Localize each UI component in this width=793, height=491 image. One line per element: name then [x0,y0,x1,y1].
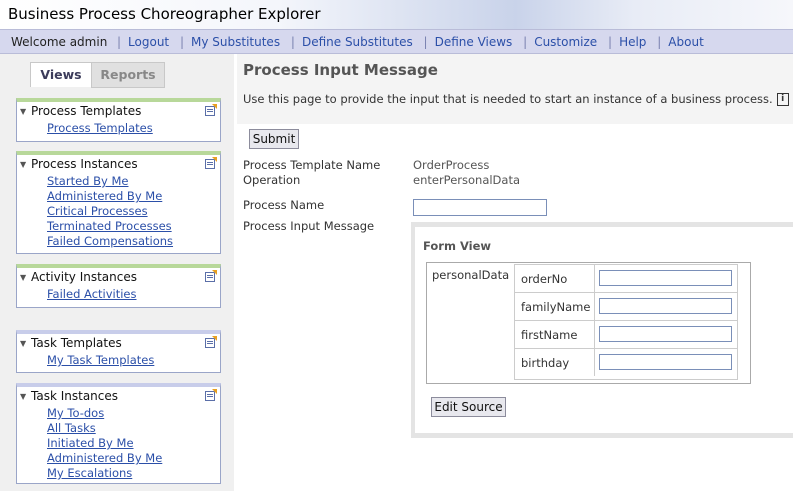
collapse-triangle-icon[interactable]: ▼ [20,334,26,353]
field-row-birthday: birthday [514,349,738,377]
group-process-templates: ▼ Process Templates Process Templates [16,98,221,142]
personal-data-label: personalData [432,268,510,282]
edit-source-button[interactable]: Edit Source [431,397,506,417]
group-header[interactable]: ▼ Process Templates [17,102,220,121]
group-process-instances: ▼ Process Instances Started By Me Admini… [16,151,221,254]
title-bar: Business Process Choreographer Explorer [0,0,793,29]
sidebar-item-my-task-templates[interactable]: My Task Templates [17,353,220,368]
collapse-triangle-icon[interactable]: ▼ [20,387,26,406]
sidebar-item-started-by-me[interactable]: Started By Me [17,174,220,189]
submit-button[interactable]: Submit [249,129,299,149]
process-input-message-label: Process Input Message [243,219,375,233]
nav-about[interactable]: About [668,35,703,49]
nav-separator: | [290,35,295,49]
info-icon[interactable]: i [776,93,789,106]
group-task-instances: ▼ Task Instances My To-dos All Tasks Ini… [16,383,221,484]
collapse-triangle-icon[interactable]: ▼ [20,268,26,287]
process-template-name-label: Process Template Name [243,158,381,172]
sidebar-item-my-escalations[interactable]: My Escalations [17,466,220,481]
field-label: birthday [521,356,570,370]
sidebar-item-initiated-by-me[interactable]: Initiated By Me [17,436,220,451]
nav-separator: | [657,35,662,49]
nav-separator: | [423,35,428,49]
group-title: Process Instances [31,157,138,171]
cell-divider [594,321,595,348]
sidebar-item-failed-compensations[interactable]: Failed Compensations [17,234,220,249]
group-title: Task Instances [31,389,119,403]
nav-logout[interactable]: Logout [128,35,169,49]
collapse-triangle-icon[interactable]: ▼ [20,155,26,174]
cell-divider [594,265,595,292]
nav-customize[interactable]: Customize [534,35,597,49]
group-header[interactable]: ▼ Task Templates [17,334,220,353]
nav-define-substitutes[interactable]: Define Substitutes [302,35,413,49]
page-title: Process Input Message [243,61,438,79]
group-task-templates: ▼ Task Templates My Task Templates [16,330,221,373]
group-header[interactable]: ▼ Process Instances [17,155,220,174]
page-description: Use this page to provide the input that … [243,92,789,106]
form-view-title: Form View [423,239,492,253]
nav-bar: Welcome admin | Logout | My Substitutes | D… [0,29,793,54]
operation-label: Operation [243,173,301,187]
group-title: Activity Instances [31,270,137,284]
edit-view-icon[interactable] [205,389,217,401]
sidebar-item-administered-by-me[interactable]: Administered By Me [17,451,220,466]
edit-view-icon[interactable] [205,157,217,169]
page-description-text: Use this page to provide the input that … [243,92,773,106]
app-title: Business Process Choreographer Explorer [8,5,321,23]
field-row-familyname: familyName [514,293,738,321]
cell-divider [594,349,595,376]
edit-view-icon[interactable] [205,104,217,116]
group-header[interactable]: ▼ Activity Instances [17,268,220,287]
sidebar-item-all-tasks[interactable]: All Tasks [17,421,220,436]
tab-reports[interactable]: Reports [91,62,165,88]
nav-links: | Logout | My Substitutes | Define Substitu… [110,35,704,49]
field-row-firstname: firstName [514,321,738,349]
tab-views[interactable]: Views [30,62,92,87]
process-name-input[interactable] [413,199,547,216]
birthday-input[interactable] [599,354,732,370]
group-header[interactable]: ▼ Task Instances [17,387,220,406]
field-row-orderno: orderNo [514,265,738,293]
operation-value: enterPersonalData [413,173,521,187]
page-header: Process Input Message Use this page to p… [237,54,793,124]
edit-view-icon[interactable] [205,336,217,348]
collapse-triangle-icon[interactable]: ▼ [20,102,26,121]
firstname-input[interactable] [599,326,732,342]
field-label: firstName [521,328,578,342]
nav-separator: | [523,35,528,49]
sidebar-item-process-templates[interactable]: Process Templates [17,121,220,136]
group-title: Process Templates [31,104,142,118]
sidebar-item-failed-activities[interactable]: Failed Activities [17,287,220,302]
sidebar-item-administered-by-me[interactable]: Administered By Me [17,189,220,204]
sidebar-item-terminated-processes[interactable]: Terminated Processes [17,219,220,234]
edit-view-icon[interactable] [205,270,217,282]
sidebar-item-my-to-dos[interactable]: My To-dos [17,406,220,421]
nav-my-substitutes[interactable]: My Substitutes [191,35,280,49]
familyname-input[interactable] [599,298,732,314]
group-title: Task Templates [31,336,122,350]
field-label: familyName [521,300,591,314]
orderno-input[interactable] [599,270,732,286]
process-template-name-value: OrderProcess [413,158,490,172]
nav-separator: | [608,35,613,49]
nav-separator: | [117,35,122,49]
welcome-text: Welcome admin [11,35,108,49]
field-label: orderNo [521,272,568,286]
sidebar-item-critical-processes[interactable]: Critical Processes [17,204,220,219]
nav-help[interactable]: Help [619,35,646,49]
nav-separator: | [179,35,185,49]
group-activity-instances: ▼ Activity Instances Failed Activities [16,264,221,308]
nav-define-views[interactable]: Define Views [435,35,513,49]
cell-divider [594,293,595,320]
process-name-label: Process Name [243,198,325,212]
